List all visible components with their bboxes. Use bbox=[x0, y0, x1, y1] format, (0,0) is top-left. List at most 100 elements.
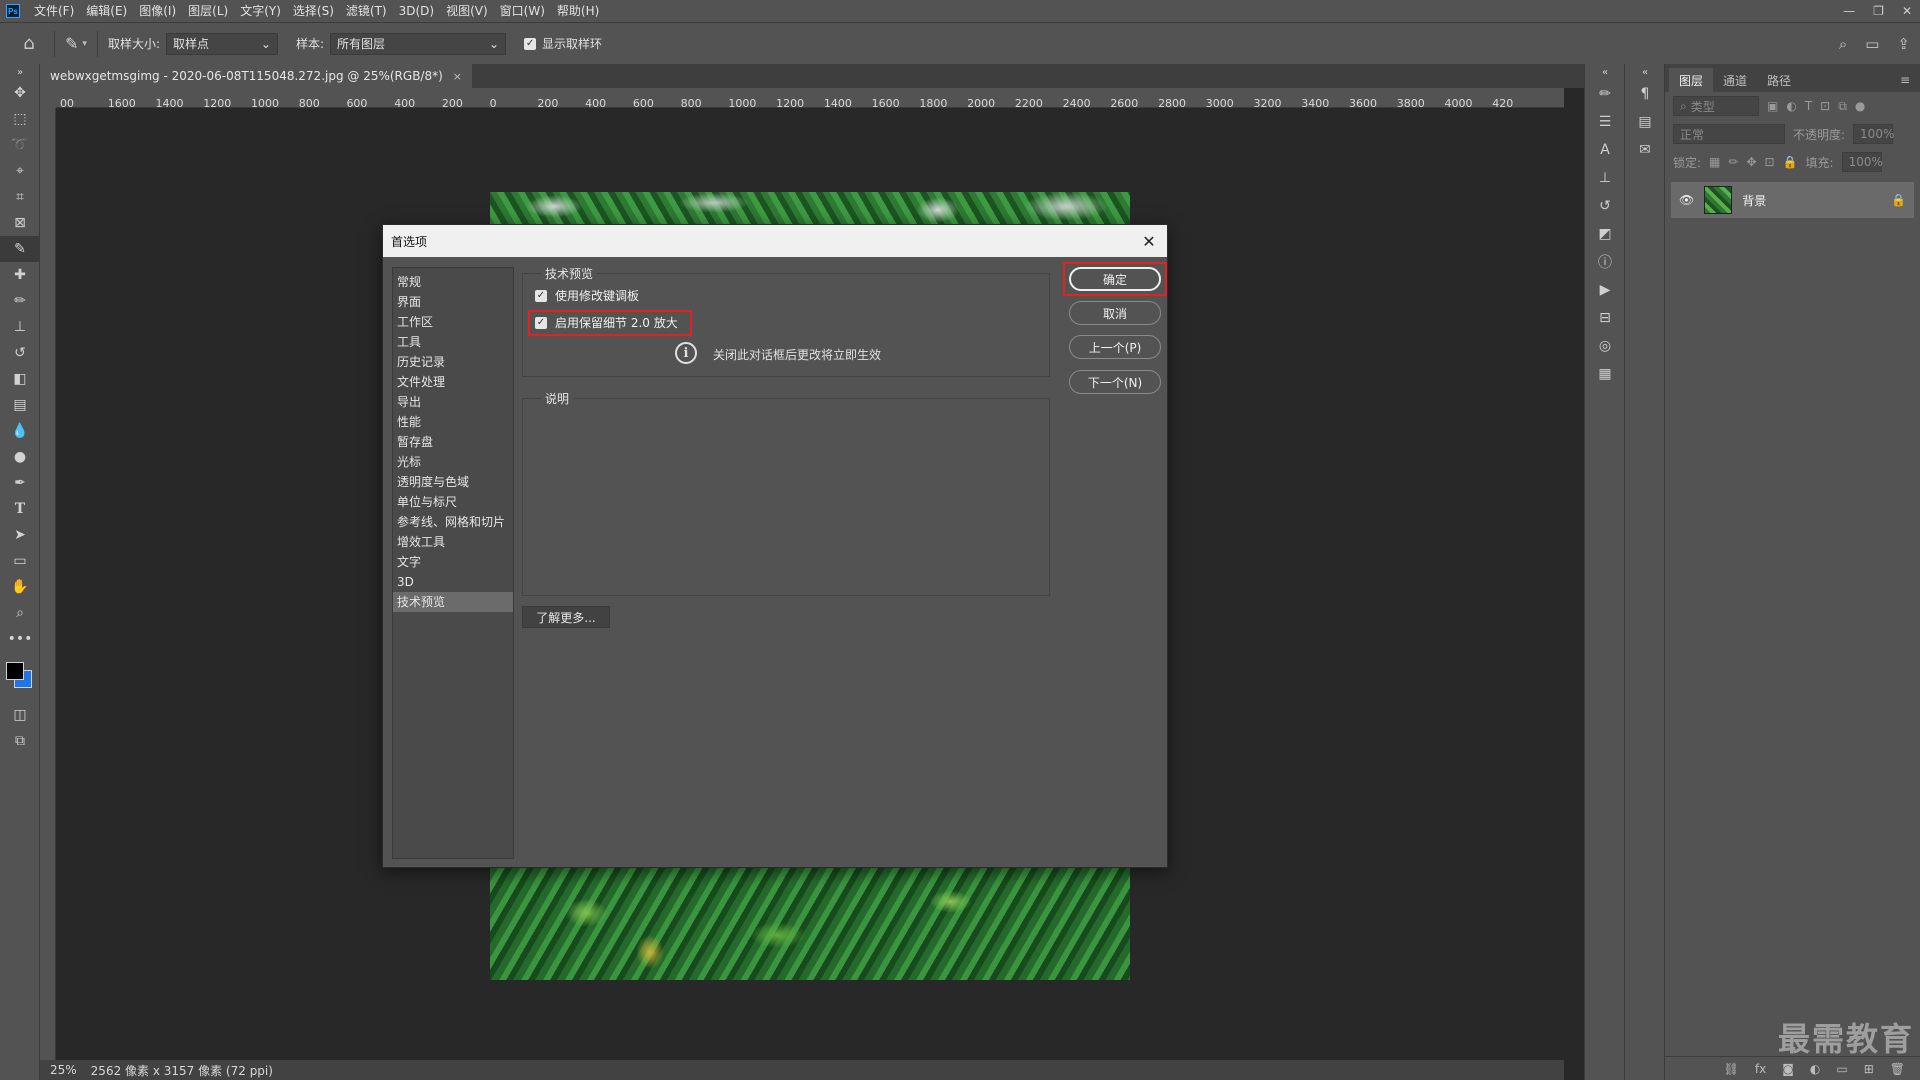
menu-filter[interactable]: 滤镜(T) bbox=[340, 0, 393, 22]
nav-units-rulers[interactable]: 单位与标尺 bbox=[393, 492, 513, 512]
nav-plugins[interactable]: 增效工具 bbox=[393, 532, 513, 552]
fx-icon[interactable]: fx bbox=[1755, 1062, 1766, 1076]
lock-transparent-icon[interactable]: ▦ bbox=[1709, 155, 1720, 169]
tab-layers[interactable]: 图层 bbox=[1669, 68, 1714, 92]
menu-layer[interactable]: 图层(L) bbox=[182, 0, 234, 22]
pen-tool-icon[interactable]: ✒ bbox=[0, 470, 40, 496]
nav-interface[interactable]: 界面 bbox=[393, 292, 513, 312]
lock-paint-icon[interactable]: ✏ bbox=[1728, 155, 1738, 169]
marquee-tool-icon[interactable]: ⬚ bbox=[0, 106, 40, 132]
styles-icon[interactable]: ◩ bbox=[1585, 220, 1625, 248]
history-icon[interactable]: ↺ bbox=[1585, 192, 1625, 220]
home-icon[interactable]: ⌂ bbox=[14, 29, 44, 59]
adjustment-layer-icon[interactable]: ◐ bbox=[1810, 1062, 1820, 1076]
restore-icon[interactable]: ❐ bbox=[1873, 4, 1884, 18]
nav-tools[interactable]: 工具 bbox=[393, 332, 513, 352]
nav-3d[interactable]: 3D bbox=[393, 572, 513, 592]
trash-icon[interactable]: 🗑 bbox=[1890, 1062, 1905, 1076]
option-preserve-details[interactable]: ✓ 启用保留细节 2.0 放大 bbox=[535, 314, 678, 331]
collapse-icon[interactable]: « bbox=[1625, 64, 1665, 80]
search-icon[interactable]: ⌕ bbox=[1839, 35, 1847, 53]
quick-mask-icon[interactable]: ◫ bbox=[0, 702, 40, 728]
eyedropper-tool-icon[interactable]: ✎ bbox=[65, 34, 78, 53]
next-button[interactable]: 下一个(N) bbox=[1069, 370, 1161, 394]
tab-channels[interactable]: 通道 bbox=[1713, 68, 1757, 92]
vertical-ruler[interactable] bbox=[40, 108, 56, 1060]
previous-button[interactable]: 上一个(P) bbox=[1069, 335, 1161, 359]
document-tab[interactable]: webwxgetmsgimg - 2020-06-08T115048.272.j… bbox=[40, 64, 473, 88]
nav-scratch-disks[interactable]: 暂存盘 bbox=[393, 432, 513, 452]
filter-smart-icon[interactable]: ⧉ bbox=[1838, 99, 1847, 114]
3d-icon[interactable]: ◎ bbox=[1585, 332, 1625, 360]
option-modifier-palette[interactable]: ✓ 使用修改键调板 bbox=[535, 287, 639, 304]
filter-toggle-icon[interactable]: ● bbox=[1855, 99, 1865, 113]
brush-settings-icon[interactable]: ✏ bbox=[1585, 80, 1625, 108]
cancel-button[interactable]: 取消 bbox=[1069, 301, 1161, 325]
hand-tool-icon[interactable]: ✋ bbox=[0, 574, 40, 600]
path-select-icon[interactable]: ➤ bbox=[0, 522, 40, 548]
zoom-tool-icon[interactable]: ⌕ bbox=[0, 600, 40, 626]
frame-tool-icon[interactable]: ⊠ bbox=[0, 210, 40, 236]
nav-performance[interactable]: 性能 bbox=[393, 412, 513, 432]
gradient-tool-icon[interactable]: ▤ bbox=[0, 392, 40, 418]
adjustments-icon[interactable]: ☰ bbox=[1585, 108, 1625, 136]
menu-image[interactable]: 图像(I) bbox=[133, 0, 182, 22]
nav-type[interactable]: 文字 bbox=[393, 552, 513, 572]
close-tab-icon[interactable]: × bbox=[453, 70, 462, 83]
filter-shape-icon[interactable]: ⊡ bbox=[1820, 99, 1830, 113]
libraries-icon[interactable]: ▤ bbox=[1625, 108, 1665, 136]
mask-icon[interactable]: ◙ bbox=[1782, 1062, 1794, 1076]
menu-window[interactable]: 窗口(W) bbox=[494, 0, 551, 22]
menu-help[interactable]: 帮助(H) bbox=[551, 0, 605, 22]
notes-icon[interactable]: ✉ bbox=[1625, 136, 1665, 164]
opacity-field[interactable]: 100% bbox=[1853, 124, 1894, 144]
stamp-tool-icon[interactable]: ⊥ bbox=[0, 314, 40, 340]
nav-cursors[interactable]: 光标 bbox=[393, 452, 513, 472]
filter-adjustment-icon[interactable]: ◐ bbox=[1786, 99, 1796, 113]
nav-export[interactable]: 导出 bbox=[393, 392, 513, 412]
menu-view[interactable]: 视图(V) bbox=[440, 0, 494, 22]
healing-tool-icon[interactable]: ✚ bbox=[0, 262, 40, 288]
fill-field[interactable]: 100% bbox=[1841, 152, 1883, 172]
more-tools-icon[interactable]: ••• bbox=[0, 626, 40, 652]
properties-icon[interactable]: ⊟ bbox=[1585, 304, 1625, 332]
checkbox-checked-icon[interactable]: ✓ bbox=[535, 289, 547, 302]
nav-general[interactable]: 常规 bbox=[393, 272, 513, 292]
foreground-color[interactable] bbox=[6, 662, 24, 680]
type-tool-icon[interactable]: T bbox=[0, 496, 40, 522]
panel-menu-icon[interactable]: ≡ bbox=[1890, 68, 1920, 92]
rectangle-tool-icon[interactable]: ▭ bbox=[0, 548, 40, 574]
collapse-icon[interactable]: « bbox=[1585, 64, 1625, 80]
crop-tool-icon[interactable]: ⌗ bbox=[0, 184, 40, 210]
layer-filter-select[interactable]: ⌕ 类型 bbox=[1673, 96, 1759, 116]
lasso-tool-icon[interactable]: ➰ bbox=[0, 132, 40, 158]
brush-tool-icon[interactable]: ✏ bbox=[0, 288, 40, 314]
menu-type[interactable]: 文字(Y) bbox=[234, 0, 287, 22]
show-ring-checkbox[interactable]: ✓ bbox=[524, 37, 537, 50]
lock-artboard-icon[interactable]: ⊡ bbox=[1765, 155, 1775, 169]
minimize-icon[interactable]: — bbox=[1843, 4, 1855, 18]
quick-select-tool-icon[interactable]: ⌖ bbox=[0, 158, 40, 184]
lock-all-icon[interactable]: 🔒 bbox=[1783, 155, 1798, 169]
nav-guides-grid[interactable]: 参考线、网格和切片 bbox=[393, 512, 513, 532]
nav-file-handling[interactable]: 文件处理 bbox=[393, 372, 513, 392]
eraser-tool-icon[interactable]: ◧ bbox=[0, 366, 40, 392]
sample-size-select[interactable]: 取样点 ⌄ bbox=[165, 32, 278, 55]
lock-position-icon[interactable]: ✥ bbox=[1746, 155, 1756, 169]
blur-tool-icon[interactable]: 💧 bbox=[0, 418, 40, 444]
tab-paths[interactable]: 路径 bbox=[1757, 68, 1801, 92]
nav-technology-previews[interactable]: 技术预览 bbox=[393, 592, 513, 612]
menu-select[interactable]: 选择(S) bbox=[287, 0, 340, 22]
nav-workspace[interactable]: 工作区 bbox=[393, 312, 513, 332]
menu-file[interactable]: 文件(F) bbox=[28, 0, 80, 22]
actions-icon[interactable]: ▶ bbox=[1585, 276, 1625, 304]
sample-select[interactable]: 所有图层 ⌄ bbox=[330, 32, 507, 55]
info-panel-icon[interactable]: ⓘ bbox=[1585, 248, 1625, 276]
close-window-icon[interactable]: ✕ bbox=[1902, 4, 1912, 18]
collapse-icon[interactable]: » bbox=[0, 64, 40, 80]
layer-name[interactable]: 背景 bbox=[1742, 192, 1881, 209]
link-icon[interactable]: ⛓ bbox=[1724, 1062, 1739, 1076]
document-size[interactable]: 2562 像素 x 3157 像素 (72 ppi) bbox=[91, 1062, 273, 1079]
new-layer-icon[interactable]: ⊞ bbox=[1864, 1062, 1874, 1076]
menu-3d[interactable]: 3D(D) bbox=[393, 0, 440, 22]
